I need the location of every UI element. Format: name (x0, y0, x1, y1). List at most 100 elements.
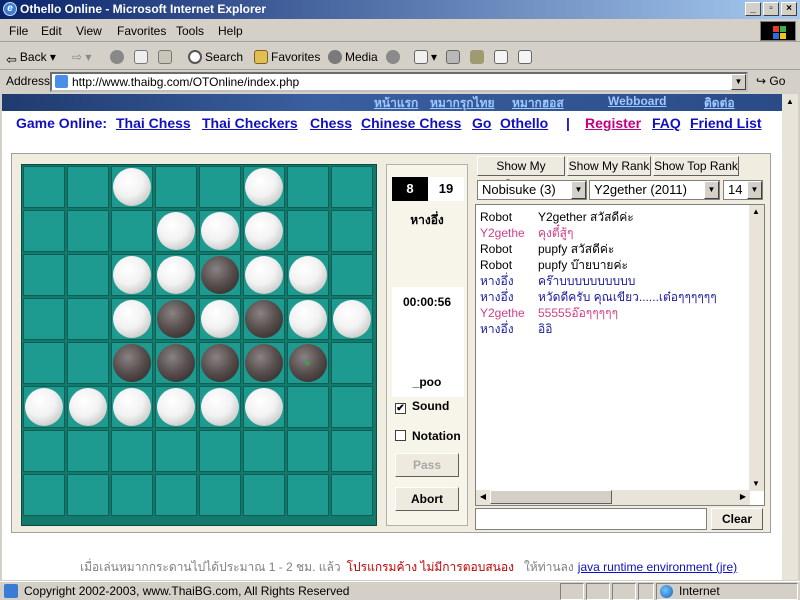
banner-link-webboard[interactable]: Webboard (608, 94, 666, 108)
board-cell[interactable] (243, 386, 285, 428)
messenger-button[interactable] (518, 47, 535, 67)
notation-checkbox[interactable]: Notation (395, 429, 461, 443)
board-cell[interactable] (155, 386, 197, 428)
chat-input[interactable] (475, 508, 707, 530)
board-cell[interactable]: + (287, 342, 329, 384)
forward-button[interactable]: ⇨ ▾ (72, 47, 91, 67)
board-cell[interactable] (243, 254, 285, 296)
board-cell[interactable] (155, 430, 197, 472)
board-cell[interactable] (199, 386, 241, 428)
menu-tools[interactable]: Tools (176, 24, 204, 38)
link-friend-list[interactable]: Friend List (690, 115, 762, 131)
link-go[interactable]: Go (472, 115, 491, 131)
board-cell[interactable] (287, 166, 329, 208)
board-cell[interactable] (111, 386, 153, 428)
board-cell[interactable] (111, 430, 153, 472)
board-cell[interactable] (111, 210, 153, 252)
address-dropdown-icon[interactable]: ▼ (731, 74, 746, 90)
scroll-right-icon[interactable]: ▶ (736, 490, 750, 504)
board-cell[interactable] (67, 386, 109, 428)
maximize-button[interactable]: ▫ (763, 2, 779, 16)
board-cell[interactable] (243, 430, 285, 472)
board-cell[interactable] (331, 386, 373, 428)
board-cell[interactable] (23, 430, 65, 472)
board-cell[interactable] (287, 210, 329, 252)
board-cell[interactable] (199, 298, 241, 340)
show-my-rank-button[interactable]: Show My Rank (567, 156, 651, 176)
board-cell[interactable] (67, 342, 109, 384)
show-my-status-button[interactable]: Show My Status (477, 156, 565, 191)
board-cell[interactable] (331, 342, 373, 384)
board-cell[interactable] (331, 298, 373, 340)
board-cell[interactable] (67, 254, 109, 296)
board-cell[interactable] (155, 166, 197, 208)
board-cell[interactable] (287, 430, 329, 472)
scroll-thumb[interactable] (490, 490, 612, 504)
board-cell[interactable] (199, 210, 241, 252)
sound-check-box[interactable]: ✔ (395, 403, 406, 414)
link-thai-checkers[interactable]: Thai Checkers (202, 115, 298, 131)
board-cell[interactable] (111, 474, 153, 516)
board-cell[interactable] (243, 342, 285, 384)
link-faq[interactable]: FAQ (652, 115, 681, 131)
othello-board[interactable]: + (21, 164, 377, 526)
board-cell[interactable] (67, 210, 109, 252)
link-thai-chess[interactable]: Thai Chess (116, 115, 191, 131)
close-button[interactable]: × (781, 2, 797, 16)
back-button[interactable]: ⇦ Back ▾ (6, 47, 56, 67)
board-cell[interactable] (199, 474, 241, 516)
menu-view[interactable]: View (76, 24, 102, 38)
pass-button[interactable]: Pass (395, 453, 459, 477)
board-cell[interactable] (67, 166, 109, 208)
home-button[interactable] (158, 47, 175, 67)
board-cell[interactable] (111, 166, 153, 208)
board-cell[interactable] (199, 166, 241, 208)
address-input[interactable]: http://www.thaibg.com/OTOnline/index.php… (50, 72, 748, 92)
link-register[interactable]: Register (585, 115, 641, 131)
edit-page-button[interactable] (470, 47, 487, 67)
menu-edit[interactable]: Edit (41, 24, 62, 38)
menu-file[interactable]: File (9, 24, 28, 38)
banner-link-home[interactable]: หน้าแรก (374, 94, 418, 113)
board-cell[interactable] (67, 474, 109, 516)
board-cell[interactable] (199, 430, 241, 472)
player-select[interactable]: Nobisuke (3) ▼ (477, 180, 587, 200)
board-cell[interactable] (111, 254, 153, 296)
board-cell[interactable] (287, 254, 329, 296)
favorites-button[interactable]: Favorites (254, 47, 320, 67)
page-vertical-scrollbar[interactable]: ▲ (782, 94, 798, 580)
link-othello[interactable]: Othello (500, 115, 548, 131)
scroll-down-icon[interactable]: ▼ (749, 477, 763, 491)
board-cell[interactable] (331, 166, 373, 208)
board-cell[interactable] (23, 474, 65, 516)
board-cell[interactable] (155, 342, 197, 384)
history-button[interactable] (386, 47, 403, 67)
font-size-select[interactable]: 14 ▼ (723, 180, 763, 200)
board-cell[interactable] (287, 386, 329, 428)
board-cell[interactable] (23, 166, 65, 208)
clear-button[interactable]: Clear (711, 508, 763, 530)
menu-favorites[interactable]: Favorites (117, 24, 166, 38)
stop-button[interactable] (110, 47, 127, 67)
board-cell[interactable] (155, 474, 197, 516)
show-top-rank-button[interactable]: Show Top Rank (653, 156, 739, 176)
board-cell[interactable] (23, 254, 65, 296)
board-cell[interactable] (199, 342, 241, 384)
media-button[interactable]: Media (328, 47, 378, 67)
board-cell[interactable] (243, 210, 285, 252)
board-cell[interactable] (331, 254, 373, 296)
minimize-button[interactable]: _ (745, 2, 761, 16)
board-cell[interactable] (23, 386, 65, 428)
scroll-up-icon[interactable]: ▲ (783, 95, 797, 109)
board-cell[interactable] (287, 298, 329, 340)
notation-check-box[interactable] (395, 430, 406, 441)
refresh-button[interactable] (134, 47, 151, 67)
board-cell[interactable] (243, 474, 285, 516)
banner-link-checkers[interactable]: หมากฮอส (512, 94, 564, 113)
board-cell[interactable] (331, 210, 373, 252)
banner-link-contact[interactable]: ติดต่อ (704, 94, 735, 113)
menu-help[interactable]: Help (218, 24, 243, 38)
link-chess[interactable]: Chess (310, 115, 352, 131)
sound-checkbox[interactable]: ✔ Sound (395, 399, 449, 414)
go-button[interactable]: ↪ Go (756, 74, 785, 88)
